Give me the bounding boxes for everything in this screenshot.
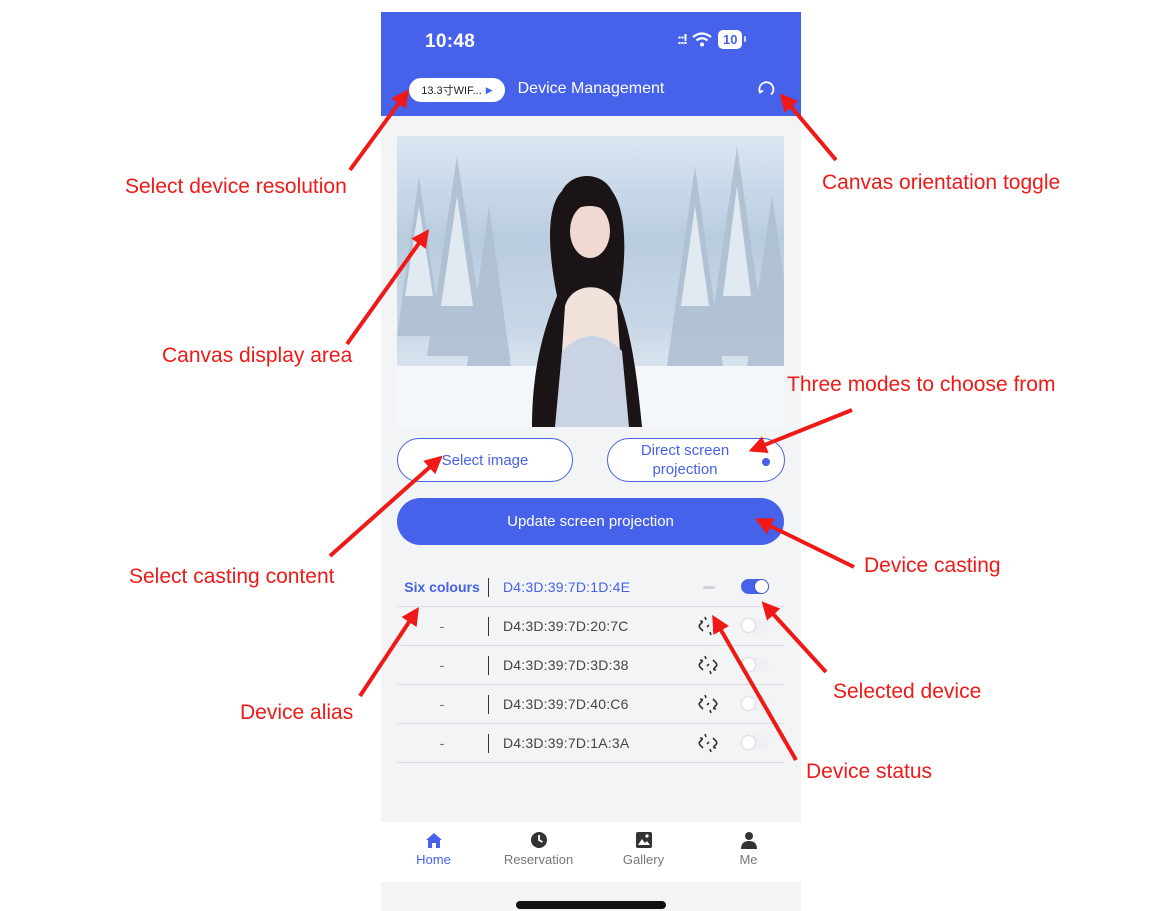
mode-label-line2: projection xyxy=(652,461,718,478)
annotation-alias: Device alias xyxy=(240,701,354,724)
device-alias: - xyxy=(439,696,445,712)
device-toggle[interactable] xyxy=(741,579,769,594)
device-mac: D4:3D:39:7D:20:7C xyxy=(503,618,629,634)
tab-me[interactable]: Me xyxy=(696,830,801,867)
mode-label-line1: Direct screen xyxy=(640,442,730,459)
person-icon xyxy=(740,832,757,849)
tab-bar: Home Reservation Gallery Me xyxy=(381,822,801,882)
device-toggle[interactable] xyxy=(741,618,769,633)
app-header: 10:48 ::! 10 13.3寸WIF... ▶ Device Manage… xyxy=(381,12,801,116)
tab-label: Me xyxy=(739,852,758,867)
device-mac: D4:3D:39:7D:1A:3A xyxy=(503,735,630,751)
tab-label: Reservation xyxy=(503,852,574,867)
rotate-icon[interactable] xyxy=(757,80,775,98)
divider xyxy=(488,695,489,714)
home-indicator xyxy=(516,901,666,909)
status-time: 10:48 xyxy=(425,31,476,52)
device-mac: D4:3D:39:7D:3D:38 xyxy=(503,657,629,673)
divider xyxy=(488,617,489,636)
canvas-image xyxy=(397,146,784,427)
signal-icon: ::! xyxy=(677,31,688,48)
tab-label: Gallery xyxy=(622,852,665,867)
device-alias: - xyxy=(439,735,445,751)
battery-icon: 10 xyxy=(718,30,748,49)
unlink-icon xyxy=(698,655,718,675)
image-icon xyxy=(635,832,652,848)
annotation-status: Device status xyxy=(806,760,933,783)
wifi-icon xyxy=(692,32,712,47)
annotation-selected: Selected device xyxy=(833,680,982,703)
device-row[interactable]: - D4:3D:39:7D:3D:38 xyxy=(397,646,784,685)
phone-screen: 10:48 ::! 10 13.3寸WIF... ▶ Device Manage… xyxy=(381,12,801,911)
status-icons: ::! 10 xyxy=(677,30,748,49)
divider xyxy=(488,656,489,675)
tab-home[interactable]: Home xyxy=(381,830,486,867)
divider xyxy=(488,734,489,753)
device-row[interactable]: - D4:3D:39:7D:1A:3A xyxy=(397,724,784,763)
device-alias: Six colours xyxy=(404,579,480,595)
tab-gallery[interactable]: Gallery xyxy=(591,830,696,867)
clock-icon xyxy=(530,832,547,848)
home-icon xyxy=(425,833,442,848)
annotation-resolution: Select device resolution xyxy=(125,175,347,198)
device-mac: D4:3D:39:7D:1D:4E xyxy=(503,579,631,595)
mode-dot-icon[interactable] xyxy=(762,458,770,466)
annotation-canvas: Canvas display area xyxy=(162,344,353,367)
mode-selector-button[interactable]: Direct screen projection xyxy=(607,438,785,482)
device-alias: - xyxy=(439,618,445,634)
device-toggle[interactable] xyxy=(741,696,769,711)
annotation-content: Select casting content xyxy=(129,565,335,588)
select-image-button[interactable]: Select image xyxy=(397,438,573,482)
unlink-icon xyxy=(698,616,718,636)
unlink-icon xyxy=(698,733,718,753)
annotation-orientation: Canvas orientation toggle xyxy=(822,171,1061,194)
tab-label: Home xyxy=(416,852,451,867)
device-toggle[interactable] xyxy=(741,735,769,750)
device-row[interactable]: - D4:3D:39:7D:40:C6 xyxy=(397,685,784,724)
canvas-display[interactable] xyxy=(397,136,784,427)
device-alias: - xyxy=(439,657,445,673)
device-row[interactable]: - D4:3D:39:7D:20:7C xyxy=(397,607,784,646)
device-mac: D4:3D:39:7D:40:C6 xyxy=(503,696,629,712)
update-projection-button[interactable]: Update screen projection xyxy=(397,498,784,545)
unlink-icon xyxy=(698,694,718,714)
device-toggle[interactable] xyxy=(741,657,769,672)
device-row[interactable]: Six colours D4:3D:39:7D:1D:4E xyxy=(397,568,784,607)
page-title: Device Management xyxy=(517,80,665,97)
status-idle-icon xyxy=(703,586,715,589)
device-list: Six colours D4:3D:39:7D:1D:4E - D4:3D:39… xyxy=(397,568,784,763)
mode-label: Direct screen projection xyxy=(641,441,729,479)
annotation-casting: Device casting xyxy=(864,554,1001,577)
divider xyxy=(488,578,489,597)
tab-reservation[interactable]: Reservation xyxy=(486,830,591,867)
annotation-modes: Three modes to choose from xyxy=(787,373,1056,396)
